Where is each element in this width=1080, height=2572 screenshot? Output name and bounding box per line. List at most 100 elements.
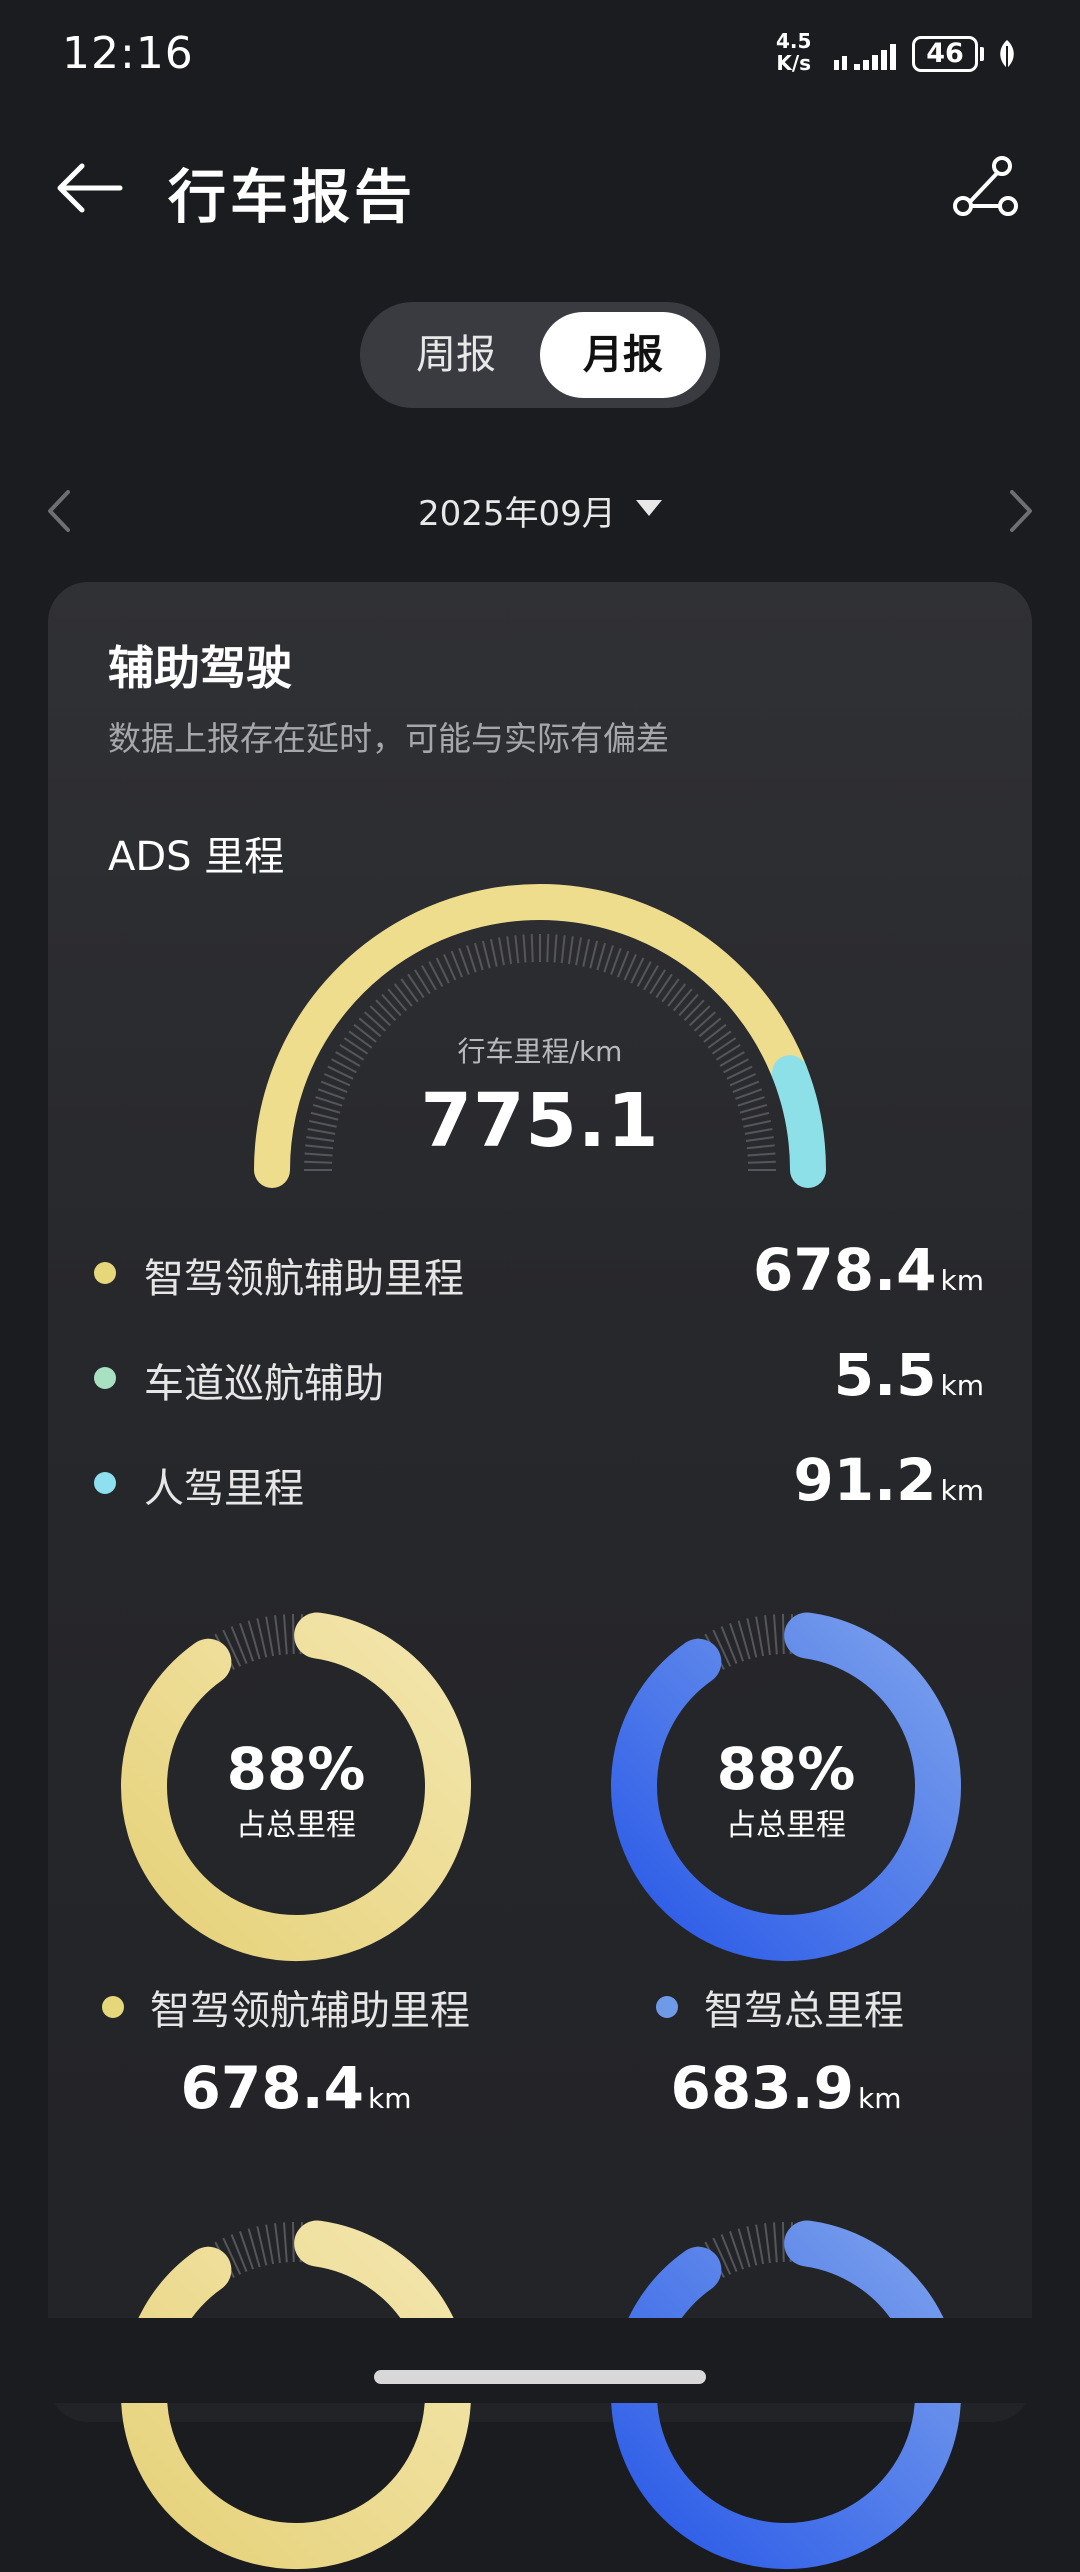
legend-value: 5.5 km: [833, 1341, 984, 1409]
gauge-tick: [304, 1160, 333, 1164]
gauge-segment: [771, 1055, 826, 1188]
ring-tick: [764, 2223, 771, 2264]
gauge-tick: [747, 1160, 776, 1164]
gauge-tick: [739, 1103, 768, 1114]
month-selector[interactable]: 2025年09月: [418, 486, 616, 535]
back-arrow-icon[interactable]: [52, 158, 124, 218]
ring-percent: 88%: [716, 1735, 856, 1803]
dropdown-caret-icon[interactable]: [636, 500, 662, 516]
gauge-tick: [369, 1005, 392, 1027]
gauge-tick: [575, 937, 582, 966]
card-title: 辅助驾驶: [108, 641, 292, 695]
ring-tick: [755, 2224, 765, 2265]
legend-label: 人驾里程: [144, 1466, 304, 1512]
ring-tick: [230, 2234, 248, 2272]
gauge-tick: [407, 973, 425, 999]
gauge-tick: [466, 945, 477, 973]
ring-tick: [781, 2222, 785, 2263]
card-note: 数据上报存在延时，可能与实际有偏差: [108, 719, 669, 758]
gauge-tick: [506, 936, 513, 965]
gauge-tick: [743, 1119, 772, 1128]
gauge-tick: [387, 988, 408, 1012]
gauge-tick: [667, 983, 687, 1007]
gauge-tick: [560, 935, 566, 964]
share-icon[interactable]: [950, 154, 1020, 220]
ring-tick: [773, 2222, 778, 2263]
gauge-tick: [737, 1096, 765, 1107]
legend-dot: [94, 1262, 116, 1284]
legend-dot: [102, 1996, 124, 2018]
gauge-tick: [305, 1144, 334, 1150]
gauge-tick: [610, 947, 622, 975]
gauge-caption: 行车里程/km: [457, 1035, 623, 1068]
gauge-tick: [683, 999, 705, 1022]
gauge-tick: [603, 945, 614, 973]
network-speed: 4.5 K/s: [776, 29, 812, 75]
gauge-tick: [553, 934, 558, 963]
legend-row-navigation: 智驾领航辅助里程 678.4 km: [94, 1236, 984, 1304]
legend-row-manual: 人驾里程 91.2 km: [94, 1446, 984, 1514]
battery-icon: 46: [912, 36, 978, 72]
ring-tick: [265, 2224, 275, 2265]
gauge-tick: [747, 1152, 776, 1157]
home-indicator[interactable]: [374, 2370, 706, 2384]
ring-tick: [781, 1614, 785, 1655]
ring-subtitle: 占总里程: [726, 1808, 846, 1843]
ring-subtitle: 占总里程: [236, 1808, 356, 1843]
ring-percent: 88%: [226, 1735, 366, 1803]
gauge-tick: [363, 1011, 387, 1032]
gauge-tick: [744, 1128, 773, 1135]
tab-weekly[interactable]: 周报: [376, 310, 536, 400]
gauge-tick: [400, 978, 419, 1003]
ring-tick: [720, 2234, 738, 2272]
ring-tick: [274, 1615, 281, 1656]
gauge-tick: [746, 1144, 775, 1150]
ring-tick: [283, 2222, 288, 2263]
legend-label: 智驾领航辅助里程: [144, 1256, 464, 1302]
gauge-tick: [661, 978, 680, 1003]
ring-value: 683.9 km: [670, 2054, 902, 2122]
gauge-tick: [393, 983, 413, 1007]
gauge-tick: [312, 1103, 341, 1114]
ring-tick: [256, 1618, 268, 1658]
gauge-tick: [582, 938, 591, 967]
ring-tick: [773, 1614, 778, 1655]
bottom-safe-area: [0, 2318, 1080, 2403]
ring-tick: [291, 2222, 295, 2263]
leaf-icon: [1000, 40, 1014, 71]
gauge-tick: [522, 934, 527, 963]
gauge-tick: [678, 993, 699, 1017]
ring-legend-navigation: 智驾领航辅助里程: [102, 1978, 470, 2036]
gauge-tick: [688, 1005, 711, 1027]
gauge-tick: [375, 999, 397, 1022]
legend-label: 车道巡航辅助: [144, 1361, 384, 1407]
page-title: 行车报告: [168, 163, 417, 231]
gauge-tick: [304, 1152, 333, 1157]
gauge-tick: [473, 942, 484, 971]
gauge-tick: [307, 1128, 336, 1135]
legend-row-lane-cruise: 车道巡航辅助 5.5 km: [94, 1341, 984, 1409]
ring-tick: [291, 1614, 295, 1655]
gauge-tick: [381, 993, 402, 1017]
legend-dot: [656, 1996, 678, 2018]
tab-monthly[interactable]: 月报: [540, 312, 706, 398]
chevron-left-icon[interactable]: [44, 488, 74, 534]
gauge-tick: [655, 973, 673, 999]
gauge-tick: [498, 937, 505, 966]
status-time: 12:16: [62, 28, 194, 79]
ring-tick: [230, 1626, 248, 1664]
gauge-tick: [315, 1096, 343, 1107]
gauge-tick: [567, 936, 574, 965]
ring-legend-total: 智驾总里程: [656, 1978, 904, 2036]
gauge-tick: [672, 988, 693, 1012]
legend-value: 678.4 km: [753, 1236, 984, 1304]
gauge-tick: [589, 940, 599, 969]
gauge-tick: [481, 940, 491, 969]
gauge-tick: [530, 934, 534, 963]
ring-tick: [755, 1616, 765, 1657]
gauge-tick: [546, 934, 550, 963]
chevron-right-icon[interactable]: [1006, 488, 1036, 534]
ring-tick: [720, 1626, 738, 1664]
battery-tip: [980, 47, 984, 61]
gauge-tick: [489, 938, 498, 967]
